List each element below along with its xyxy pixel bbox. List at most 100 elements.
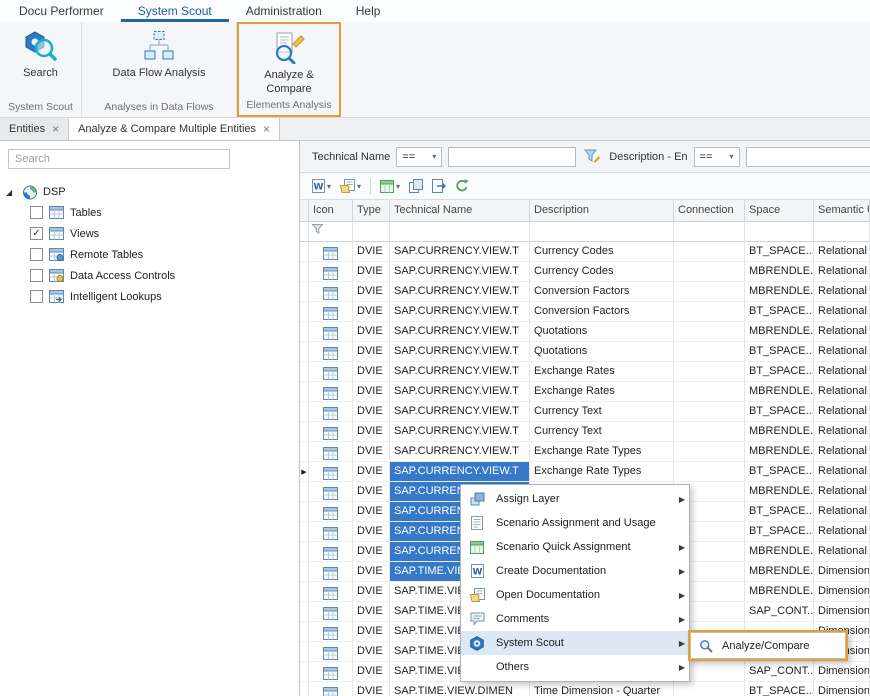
cell-semantic-usage[interactable]: Relational [814,302,870,322]
cell-technical-name[interactable]: SAP.CURRENCY.VIEW.T [390,422,530,442]
auto-filter-cell[interactable] [309,222,353,242]
table-row[interactable]: DVIESAP.CURRENCY.VIEW.TCurrency CodesMBR… [300,262,870,282]
cell-semantic-usage[interactable]: Relational [814,482,870,502]
cell-semantic-usage[interactable]: Relational [814,382,870,402]
filter-cell[interactable] [814,222,870,242]
cell-semantic-usage[interactable]: Relational [814,282,870,302]
table-row[interactable]: DVIESAP.CURRENCY.VIEW.TCurrency TextMBRE… [300,422,870,442]
tree-item-remote-tables[interactable]: Remote Tables [0,244,299,265]
cell-description[interactable]: Currency Codes [530,242,674,262]
cell-type[interactable]: DVIE [353,682,390,696]
checkbox-remote-tables[interactable] [30,248,43,261]
cell-connection[interactable] [674,462,745,482]
cell-type[interactable]: DVIE [353,542,390,562]
cell-connection[interactable] [674,422,745,442]
cell-space[interactable]: BT_SPACE... [745,682,814,696]
cell-space[interactable]: BT_SPACE... [745,462,814,482]
filter-cell[interactable] [674,222,745,242]
cell-type[interactable]: DVIE [353,602,390,622]
cell-type[interactable]: DVIE [353,362,390,382]
column-header-type[interactable]: Type [353,200,390,222]
cell-space[interactable]: BT_SPACE... [745,362,814,382]
cell-semantic-usage[interactable]: Dimension [814,682,870,696]
column-header-connection[interactable]: Connection [674,200,745,222]
cell-semantic-usage[interactable]: Relational [814,502,870,522]
table-row[interactable]: DVIESAP.CURRENCY.VIEW.TQuotationsMBRENDL… [300,322,870,342]
cell-space[interactable]: BT_SPACE... [745,242,814,262]
cell-technical-name[interactable]: SAP.CURRENCY.VIEW.T [390,262,530,282]
cell-connection[interactable] [674,442,745,462]
cell-space[interactable]: MBRENDLE... [745,582,814,602]
cell-description[interactable]: Exchange Rate Types [530,442,674,462]
cell-semantic-usage[interactable]: Dimension [814,582,870,602]
menu-system-scout[interactable]: System Scout [121,0,229,22]
create-documentation-button[interactable]: W▾ [308,177,335,195]
tree-item-tables[interactable]: Tables [0,202,299,223]
menu-item-open-documentation[interactable]: Open Documentation▶ [461,583,689,607]
column-header-technical-name[interactable]: Technical Name [390,200,530,222]
cell-connection[interactable] [674,382,745,402]
column-header-space[interactable]: Space [745,200,814,222]
cell-description[interactable]: Quotations [530,342,674,362]
technical-name-operator-select[interactable]: == ▾ [396,147,442,167]
cell-type[interactable]: DVIE [353,402,390,422]
description-operator-select[interactable]: == ▾ [694,147,740,167]
menu-item-create-documentation[interactable]: WCreate Documentation▶ [461,559,689,583]
cell-type[interactable]: DVIE [353,482,390,502]
cell-technical-name[interactable]: SAP.CURRENCY.VIEW.T [390,302,530,322]
tree-item-data-access-controls[interactable]: Data Access Controls [0,265,299,286]
table-row[interactable]: DVIESAP.CURRENCY.VIEW.TConversion Factor… [300,302,870,322]
cell-type[interactable]: DVIE [353,582,390,602]
cell-connection[interactable] [674,242,745,262]
cell-semantic-usage[interactable]: Relational [814,362,870,382]
cell-semantic-usage[interactable]: Relational [814,342,870,362]
table-row[interactable]: DVIESAP.CURRENCY.VIEW.TConversion Factor… [300,282,870,302]
search-input[interactable] [8,149,230,169]
table-row[interactable]: DVIESAP.CURRENCY.VIEW.TCurrency TextBT_S… [300,402,870,422]
cell-description[interactable]: Exchange Rates [530,362,674,382]
cell-description[interactable]: Currency Codes [530,262,674,282]
cell-connection[interactable] [674,302,745,322]
cell-type[interactable]: DVIE [353,642,390,662]
cell-connection[interactable] [674,262,745,282]
cell-space[interactable]: BT_SPACE... [745,522,814,542]
menu-help[interactable]: Help [339,0,398,22]
cell-connection[interactable] [674,342,745,362]
menu-administration[interactable]: Administration [229,0,339,22]
table-row[interactable]: DVIESAP.TIME.VIEW.DIMENTime Dimension - … [300,682,870,696]
technical-name-filter-input[interactable] [448,147,576,167]
menu-docu-performer[interactable]: Docu Performer [2,0,121,22]
cell-description[interactable]: Exchange Rates [530,382,674,402]
cell-technical-name[interactable]: SAP.CURRENCY.VIEW.T [390,462,530,482]
cell-connection[interactable] [674,402,745,422]
menu-item-scenario-quick-assignment[interactable]: Scenario Quick Assignment▶ [461,535,689,559]
cell-description[interactable]: Time Dimension - Quarter [530,682,674,696]
cell-space[interactable]: BT_SPACE... [745,402,814,422]
cell-type[interactable]: DVIE [353,662,390,682]
cell-space[interactable]: MBRENDLE... [745,382,814,402]
cell-space[interactable]: MBRENDLE... [745,282,814,302]
cell-type[interactable]: DVIE [353,342,390,362]
table-row[interactable]: DVIESAP.CURRENCY.VIEW.TQuotationsBT_SPAC… [300,342,870,362]
cell-space[interactable]: SAP_CONT... [745,662,814,682]
column-header-semantic-u[interactable]: Semantic U... [814,200,870,222]
checkbox-data-access-controls[interactable] [30,269,43,282]
cell-technical-name[interactable]: SAP.CURRENCY.VIEW.T [390,402,530,422]
cell-connection[interactable] [674,362,745,382]
cell-description[interactable]: Currency Text [530,422,674,442]
filter-edit-icon[interactable] [584,149,601,164]
checkbox-views[interactable]: ✓ [30,227,43,240]
cell-type[interactable]: DVIE [353,282,390,302]
scenario-button[interactable]: ▾ [376,178,404,195]
cell-semantic-usage[interactable]: Relational [814,262,870,282]
checkbox-tables[interactable] [30,206,43,219]
cell-type[interactable]: DVIE [353,562,390,582]
cell-space[interactable]: MBRENDLE... [745,322,814,342]
close-icon[interactable]: × [263,123,270,135]
cell-description[interactable]: Conversion Factors [530,282,674,302]
menu-item-others[interactable]: Others▶ [461,655,689,679]
cell-semantic-usage[interactable]: Relational [814,242,870,262]
cell-semantic-usage[interactable]: Relational [814,542,870,562]
filter-cell[interactable] [745,222,814,242]
cell-technical-name[interactable]: SAP.CURRENCY.VIEW.T [390,242,530,262]
